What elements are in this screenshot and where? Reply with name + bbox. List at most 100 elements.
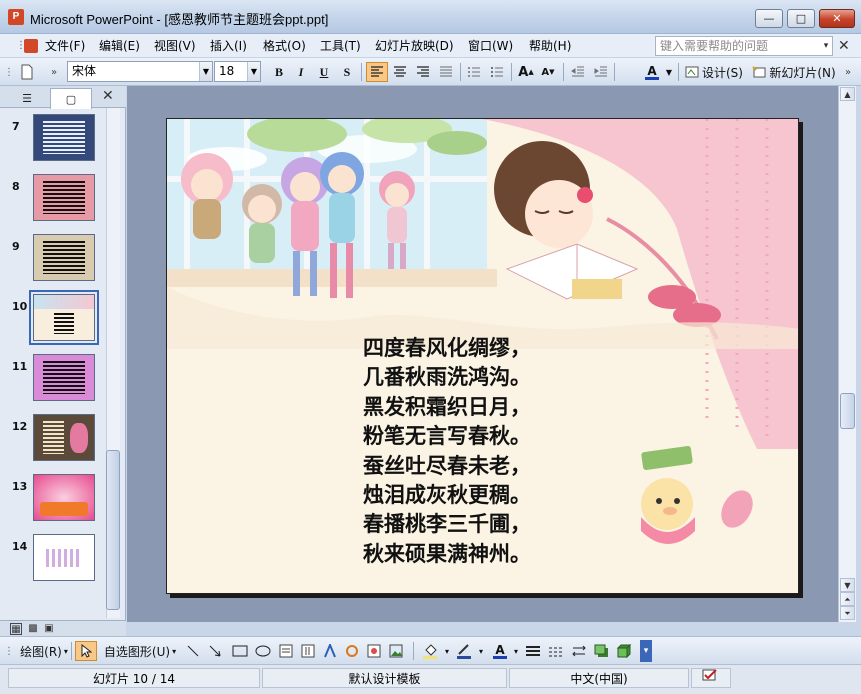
poem-text-box[interactable]: 四度春风化绸缪， 几番秋雨洗鸿沟。 黑发积霜织日月， 粉笔无言写春秋。 蚕丝吐尽… <box>363 333 531 568</box>
oval-tool-icon[interactable] <box>253 641 273 661</box>
maximize-button[interactable]: □ <box>787 9 815 28</box>
bold-button[interactable]: B <box>270 62 288 82</box>
bullets-icon[interactable] <box>487 62 507 82</box>
slide-thumbnail[interactable] <box>33 174 95 221</box>
draw-menu-button[interactable]: 绘图(R) ▾ <box>16 641 72 661</box>
line-color-dropdown-icon[interactable]: ▾ <box>477 641 485 661</box>
thumbnail-number: 8 <box>12 180 20 193</box>
previous-slide-icon[interactable]: ⏶ <box>840 592 855 606</box>
slide-thumbnail[interactable] <box>33 354 95 401</box>
slide-sorter-view-icon[interactable]: ▩ <box>27 623 39 635</box>
insert-picture-icon[interactable] <box>387 641 405 661</box>
draw-font-color-icon[interactable]: A <box>489 641 511 661</box>
design-button[interactable]: 设计(S) <box>684 62 744 82</box>
slides-icon: ▢ <box>65 92 77 106</box>
select-objects-icon[interactable] <box>75 641 97 661</box>
scroll-down-icon[interactable]: ▼ <box>840 578 855 592</box>
shadow-style-icon[interactable] <box>592 641 612 661</box>
numbering-icon[interactable] <box>464 62 484 82</box>
menu-edit[interactable]: 编辑(E) <box>97 37 142 55</box>
menu-tools[interactable]: 工具(T) <box>318 37 363 55</box>
panel-close-button[interactable]: ✕ <box>102 88 114 104</box>
spell-check-icon[interactable] <box>691 668 731 688</box>
powerpoint-app-icon[interactable]: P <box>8 9 24 25</box>
menu-file[interactable]: 文件(F) <box>43 37 87 55</box>
normal-view-icon[interactable]: ▦ <box>10 623 22 635</box>
poem-line: 黑发积霜织日月， <box>363 393 531 419</box>
chevron-down-icon[interactable]: ▼ <box>247 62 260 81</box>
italic-button[interactable]: I <box>292 62 310 82</box>
minimize-button[interactable]: — <box>755 9 783 28</box>
line-tool-icon[interactable] <box>184 641 202 661</box>
underline-button[interactable]: U <box>315 62 333 82</box>
menu-view[interactable]: 视图(V) <box>152 37 198 55</box>
chevron-down-icon[interactable]: ▼ <box>199 62 212 81</box>
new-slide-button[interactable]: 新幻灯片(N) <box>751 62 837 82</box>
tab-outline[interactable]: ☰ <box>6 88 48 108</box>
fill-color-dropdown-icon[interactable]: ▾ <box>443 641 451 661</box>
menu-insert[interactable]: 插入(I) <box>208 37 249 55</box>
vertical-scrollbar-thumb[interactable] <box>840 393 855 429</box>
font-color-dropdown-icon[interactable]: ▼ <box>664 62 674 82</box>
wordart-icon[interactable] <box>321 641 339 661</box>
thumbnail-flower <box>70 423 88 453</box>
toolbar-options-icon[interactable]: » <box>46 62 62 82</box>
menu-format[interactable]: 格式(O) <box>261 37 308 55</box>
menu-help[interactable]: 帮助(H) <box>527 37 573 55</box>
autoshapes-label: 自选图形(U) <box>103 644 171 659</box>
arrow-tool-icon[interactable] <box>206 641 224 661</box>
dash-style-icon[interactable] <box>546 641 566 661</box>
align-right-button[interactable] <box>413 62 433 82</box>
slide-thumbnail[interactable] <box>33 474 95 521</box>
document-menu-icon[interactable] <box>24 39 38 53</box>
next-slide-icon[interactable]: ⏷ <box>840 606 855 620</box>
slide-thumbnail[interactable] <box>33 414 95 461</box>
clipart-icon[interactable] <box>365 641 383 661</box>
decrease-indent-icon[interactable] <box>568 62 588 82</box>
increase-indent-icon[interactable] <box>591 62 611 82</box>
distribute-button[interactable] <box>436 62 456 82</box>
autoshapes-menu-button[interactable]: 自选图形(U) ▾ <box>103 641 177 661</box>
font-name-select[interactable]: 宋体 ▼ <box>67 61 213 82</box>
textbox-tool-icon[interactable] <box>277 641 295 661</box>
font-color-button[interactable]: A <box>642 62 662 82</box>
poem-line: 粉笔无言写春秋。 <box>363 423 531 449</box>
new-slide-label: 新幻灯片(N) <box>769 65 836 80</box>
line-style-icon[interactable] <box>523 641 543 661</box>
arrow-style-icon[interactable] <box>569 641 589 661</box>
slide-thumbnail-selected[interactable] <box>29 290 99 345</box>
font-size-select[interactable]: 18 ▼ <box>214 61 261 82</box>
text-shadow-button[interactable]: S <box>338 62 356 82</box>
fill-color-icon[interactable] <box>418 641 442 661</box>
slide-thumbnail[interactable] <box>33 234 95 281</box>
tab-slides[interactable]: ▢ <box>50 88 92 109</box>
toolbar-options-icon[interactable]: » <box>840 62 856 82</box>
slide-thumbnail[interactable] <box>33 534 95 581</box>
increase-font-size-button[interactable]: A ▲ <box>516 62 536 82</box>
draw-font-color-dropdown-icon[interactable]: ▾ <box>512 641 520 661</box>
slide-thumbnail[interactable] <box>33 114 95 161</box>
document-close-button[interactable]: ✕ <box>838 38 850 54</box>
help-dropdown-icon[interactable]: ▾ <box>819 36 833 56</box>
menu-window[interactable]: 窗口(W) <box>466 37 515 55</box>
new-document-icon[interactable] <box>16 62 38 82</box>
thumbnail-scrollbar-thumb[interactable] <box>106 450 120 610</box>
line-color-icon[interactable] <box>453 641 475 661</box>
diagram-icon[interactable] <box>343 641 361 661</box>
vertical-textbox-icon[interactable] <box>299 641 317 661</box>
decrease-font-size-button[interactable]: A ▼ <box>538 62 558 82</box>
toolbar-options-icon[interactable]: ▾ <box>640 640 652 662</box>
align-left-button[interactable] <box>366 62 388 82</box>
slide-vertical-scrollbar[interactable] <box>838 86 856 622</box>
help-search-input[interactable]: 键入需要帮助的问题 <box>655 36 833 56</box>
align-center-button[interactable] <box>390 62 410 82</box>
3d-style-icon[interactable] <box>614 641 634 661</box>
slideshow-view-icon[interactable]: ▣ <box>43 623 55 635</box>
menu-slideshow[interactable]: 幻灯片放映(D) <box>373 37 456 55</box>
rectangle-tool-icon[interactable] <box>230 641 250 661</box>
close-window-button[interactable]: ✕ <box>819 9 855 28</box>
scroll-up-icon[interactable]: ▲ <box>840 87 855 101</box>
slide-canvas[interactable]: 四度春风化绸缪， 几番秋雨洗鸿沟。 黑发积霜织日月， 粉笔无言写春秋。 蚕丝吐尽… <box>166 118 799 594</box>
poem-line: 春播桃李三千圃， <box>363 511 531 537</box>
status-design-template: 默认设计模板 <box>262 668 507 688</box>
